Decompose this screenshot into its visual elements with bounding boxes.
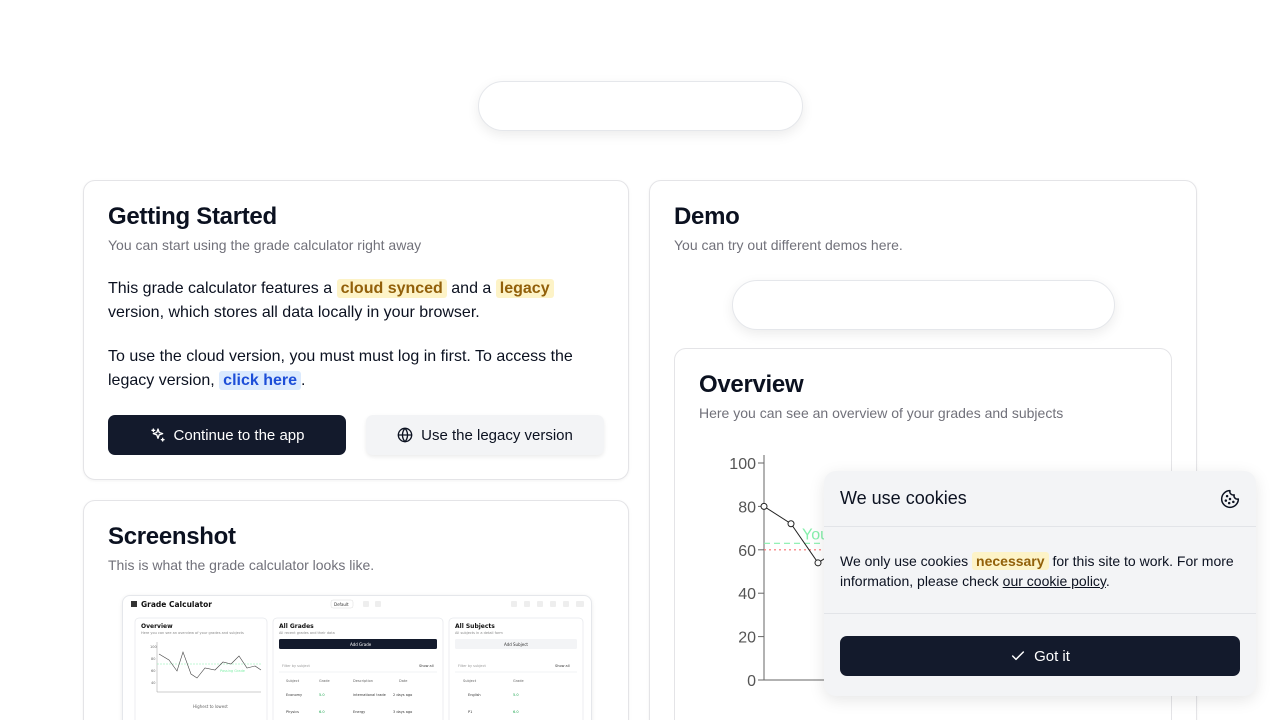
- y-tick-label: 80: [738, 499, 756, 516]
- continue-to-app-button[interactable]: Continue to the app: [108, 415, 346, 455]
- preview-toolbar-icon: [550, 601, 556, 607]
- preview-filter-input: Filter by subject: [458, 664, 486, 668]
- demo-selector-pill[interactable]: [732, 280, 1115, 330]
- legacy-link[interactable]: click here: [219, 371, 301, 390]
- getting-started-title: Getting Started: [108, 203, 277, 230]
- preview-col-subject: Subject: [463, 679, 477, 683]
- y-tick-label: 40: [738, 586, 756, 603]
- preview-logo-icon: [131, 601, 137, 607]
- cookie-banner-message: We only use cookies necessary for this s…: [824, 527, 1256, 614]
- preview-add-grade-label: Add Grade: [350, 642, 372, 647]
- preview-xlabel: Highest to lowest: [193, 704, 228, 709]
- preview-subjects-title: All Subjects: [455, 623, 495, 630]
- overview-title: Overview: [699, 371, 804, 398]
- access-text: To use the cloud version, you must must …: [108, 348, 573, 389]
- preview-toolbar-icon: [524, 601, 530, 607]
- demo-title: Demo: [674, 203, 740, 230]
- legacy-highlight: legacy: [495, 279, 554, 298]
- cookie-text-end: .: [1105, 573, 1110, 589]
- intro-paragraph: This grade calculator features a cloud s…: [108, 277, 604, 325]
- screenshot-subtitle: This is what the grade calculator looks …: [108, 557, 375, 573]
- preview-add-subject-label: Add Subject: [504, 642, 528, 647]
- preview-ytick: 40: [151, 681, 155, 685]
- check-icon: [1011, 651, 1025, 661]
- preview-cell: 2 days ago: [393, 693, 412, 697]
- got-it-label: Got it: [1034, 647, 1070, 665]
- preview-cell: international trade: [353, 693, 386, 697]
- preview-cell: 5.0: [319, 693, 325, 697]
- intro-text-3: version, which stores all data locally i…: [108, 304, 480, 321]
- use-legacy-version-label: Use the legacy version: [421, 426, 573, 444]
- preview-cell: 3 days ago: [393, 710, 412, 714]
- preview-toolbar-icon: [363, 601, 369, 607]
- top-navigation-pill[interactable]: [478, 81, 803, 131]
- y-tick-label: 0: [747, 673, 756, 690]
- getting-started-subtitle: You can start using the grade calculator…: [108, 237, 422, 253]
- access-text-end: .: [301, 372, 306, 389]
- cookie-banner: We use cookies We only use cookies neces…: [824, 471, 1256, 696]
- demo-subtitle: You can try out different demos here.: [674, 237, 903, 253]
- preview-toolbar-icon: [576, 601, 584, 607]
- preview-toolbar-icon: [563, 601, 569, 607]
- y-tick-label: 100: [729, 456, 756, 473]
- cookie-banner-title: We use cookies: [840, 488, 967, 508]
- screenshot-card: Screenshot This is what the grade calcul…: [83, 500, 629, 720]
- grade-point: [814, 559, 822, 567]
- grade-point: [760, 502, 768, 510]
- cloud-synced-highlight: cloud synced: [336, 279, 447, 298]
- app-preview-drawing: Grade Calculator Default Overview Here y…: [131, 599, 584, 720]
- preview-col-grade: Grade: [513, 679, 524, 683]
- preview-cell: 6.0: [319, 710, 325, 714]
- preview-cell: English: [468, 693, 481, 697]
- y-tick-label: 60: [738, 543, 756, 560]
- preview-ytick: 80: [151, 657, 155, 661]
- use-legacy-version-button[interactable]: Use the legacy version: [366, 415, 604, 455]
- cookie-policy-link[interactable]: our cookie policy: [1003, 573, 1106, 589]
- getting-started-actions: Continue to the app Use the legacy versi…: [108, 415, 604, 455]
- preview-cell: Energy: [353, 710, 365, 714]
- preview-toolbar-icon: [375, 601, 381, 607]
- cookie-banner-header: We use cookies: [824, 471, 1256, 527]
- preview-col-grade: Grade: [319, 679, 330, 683]
- sparkles-icon: [150, 428, 165, 442]
- preview-col-subject: Subject: [286, 679, 300, 683]
- intro-text-1: This grade calculator features a: [108, 280, 333, 297]
- intro-text-2: and a: [451, 280, 492, 297]
- preview-cell: P1: [468, 710, 472, 714]
- preview-overview-title: Overview: [141, 623, 173, 630]
- continue-to-app-label: Continue to the app: [173, 426, 305, 444]
- preview-cell: 6.0: [513, 710, 519, 714]
- preview-ytick: 60: [151, 669, 155, 673]
- preview-cell: 5.0: [513, 693, 519, 697]
- cookie-icon: [1220, 489, 1240, 508]
- grade-point: [787, 520, 795, 528]
- overview-subtitle: Here you can see an overview of your gra…: [699, 405, 1064, 421]
- preview-overview-subtitle: Here you can see an overview of your gra…: [141, 631, 244, 635]
- cookie-text-1: We only use cookies: [840, 553, 969, 569]
- access-paragraph: To use the cloud version, you must must …: [108, 345, 604, 393]
- globe-icon: [397, 427, 413, 443]
- screenshot-title: Screenshot: [108, 523, 236, 550]
- getting-started-card: Getting Started You can start using the …: [83, 180, 629, 480]
- preview-grades-subtitle: All recent grades and their data: [279, 631, 335, 635]
- preview-col-date: Date: [399, 679, 407, 683]
- preview-toolbar-icon: [537, 601, 543, 607]
- preview-show-all: Show all: [555, 664, 570, 668]
- necessary-highlight: necessary: [972, 552, 1049, 570]
- got-it-button[interactable]: Got it: [840, 636, 1240, 676]
- preview-col-description: Description: [353, 679, 373, 683]
- preview-grades-title: All Grades: [279, 623, 314, 630]
- preview-toolbar-icon: [511, 601, 517, 607]
- preview-filter-input: Filter by subject: [282, 664, 310, 668]
- app-preview-image: Grade Calculator Default Overview Here y…: [122, 595, 592, 720]
- y-tick-label: 20: [738, 630, 756, 647]
- preview-passing-label: Passing Grade: [220, 669, 245, 673]
- preview-cell: Economy: [286, 693, 302, 697]
- preview-ytick: 100: [150, 645, 157, 649]
- preview-cell: Physics: [286, 710, 299, 714]
- preview-preset-label: Default: [334, 602, 349, 607]
- preview-app-name: Grade Calculator: [141, 600, 212, 609]
- preview-subjects-subtitle: All subjects in a detail form: [455, 631, 503, 635]
- preview-show-all: Show all: [419, 664, 434, 668]
